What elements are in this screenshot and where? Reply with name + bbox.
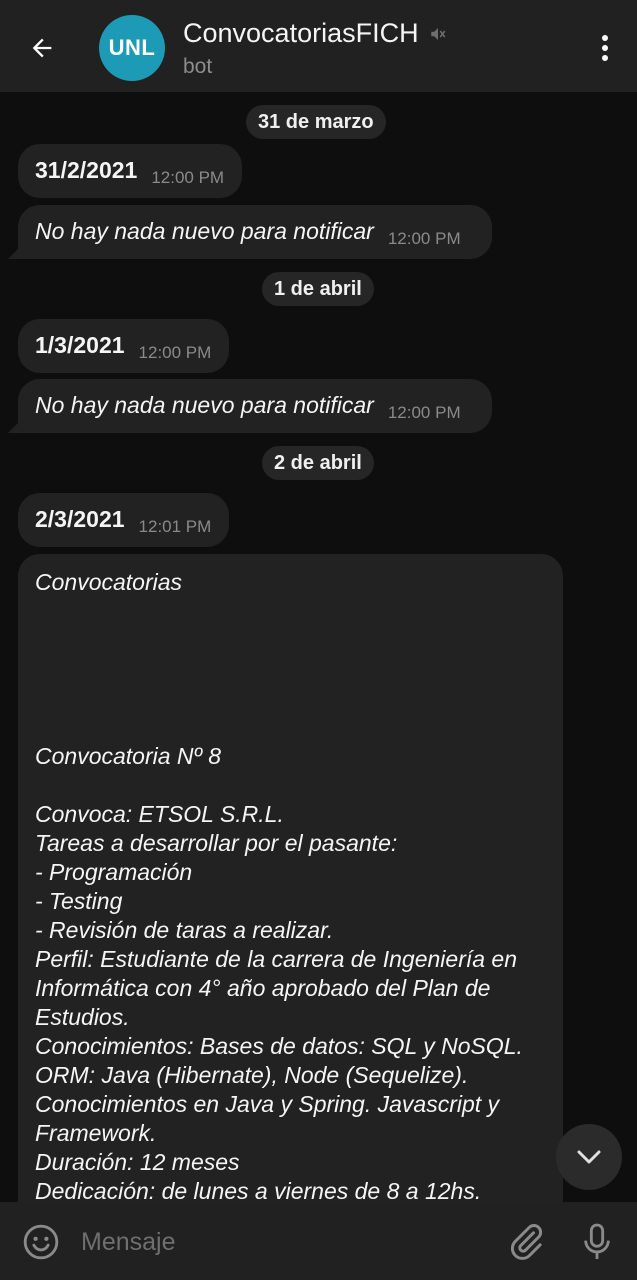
chat-header: UNL ConvocatoriasFICH bot [0,0,637,92]
scroll-down-button[interactable] [556,1124,622,1190]
muted-speaker-icon [430,27,445,40]
message-line: Convocatorias [35,569,183,595]
message-text: No hay nada nuevo para notificar [35,218,374,244]
message-composer: Mensaje [0,1202,637,1280]
message-text: 1/3/2021 [35,332,125,358]
back-button[interactable] [22,28,62,68]
more-menu-button[interactable] [593,30,617,66]
date-separator: 2 de abril [262,446,374,480]
message-line: - Revisión de taras a realizar. [35,917,334,943]
more-vertical-icon [602,35,608,41]
message-bubble[interactable]: No hay nada nuevo para notificar 12:00 P… [18,379,492,433]
chat-title: ConvocatoriasFICH [183,18,419,48]
message-list[interactable]: 31 de marzo 31/2/2021 12:00 PM No hay na… [0,92,637,1202]
message-line: Convoca: ETSOL S.R.L. [35,801,284,827]
date-separator: 1 de abril [262,272,374,306]
emoji-button[interactable] [22,1223,60,1261]
message-line: Estudios. [35,1004,130,1030]
arrow-left-icon [32,38,52,58]
message-line: Framework. [35,1120,157,1146]
message-bubble[interactable]: 2/3/2021 12:01 PM [18,493,230,547]
chat-subtitle: bot [183,55,213,78]
message-time: 12:00 PM [387,403,461,422]
message-line: Informática con 4° año aprobado del Plan… [35,975,491,1001]
chevron-down-icon [577,1150,601,1164]
microphone-icon [584,1223,610,1259]
message-bubble[interactable]: 1/3/2021 12:00 PM [18,319,230,373]
message-text: 31/2/2021 [35,157,138,183]
message-time: 12:00 PM [387,229,461,248]
message-text: 2/3/2021 [35,506,125,532]
paperclip-icon [510,1224,543,1260]
message-line: Conocimientos: Bases de datos: SQL y NoS… [35,1033,523,1059]
message-text: No hay nada nuevo para notificar [35,392,374,418]
avatar[interactable]: UNL [99,15,165,81]
message-bubble-long[interactable]: Convocatorias Convocatoria Nº 8 Convoca:… [18,554,563,1202]
message-time: 12:01 PM [138,517,212,536]
message-bubble[interactable]: No hay nada nuevo para notificar 12:00 P… [18,205,492,259]
message-line: Perfil: Estudiante de la carrera de Inge… [35,946,518,972]
chat-title-block[interactable]: ConvocatoriasFICH bot [183,18,447,79]
microphone-button[interactable] [580,1220,614,1264]
date-separator: 31 de marzo [246,105,386,139]
message-line: - Testing [35,888,123,914]
message-line: - Programación [35,859,193,885]
message-line: Tareas a desarrollar por el pasante: [35,830,398,856]
message-time: 12:00 PM [138,343,212,362]
attach-button[interactable] [506,1222,546,1262]
message-bubble[interactable]: 31/2/2021 12:00 PM [18,144,243,198]
message-input[interactable]: Mensaje [81,1228,176,1257]
avatar-text: UNL [108,35,156,60]
message-time: 12:00 PM [151,168,225,187]
message-line: ORM: Java (Hibernate), Node (Sequelize). [35,1062,469,1088]
emoji-icon [23,1224,59,1260]
message-line: Conocimientos en Java y Spring. Javascri… [35,1091,500,1117]
message-line: Dedicación: de lunes a viernes de 8 a 12… [35,1178,482,1202]
message-line: Duración: 12 meses [35,1149,240,1175]
message-line: Convocatoria Nº 8 [35,743,222,769]
